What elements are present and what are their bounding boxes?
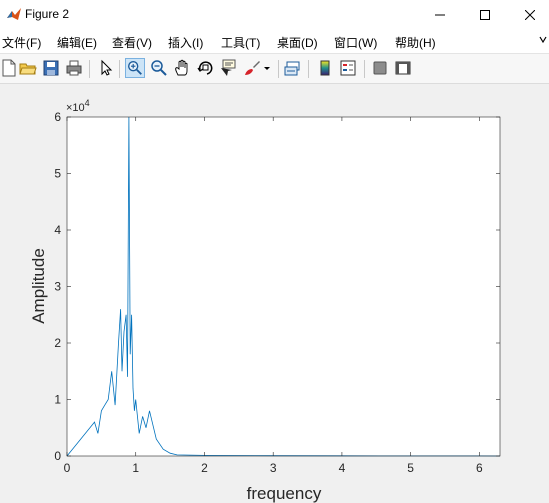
window-title: Figure 2 (25, 7, 70, 21)
zoom-out-icon[interactable] (150, 59, 168, 77)
close-icon (525, 9, 535, 20)
y-axis-label: Amplitude (29, 248, 48, 324)
x-tick-label: 5 (407, 461, 414, 475)
y-tick-label: 0 (54, 449, 61, 463)
axes-background[interactable] (67, 117, 500, 456)
x-tick-label: 4 (339, 461, 346, 475)
edit-plot-arrow-icon[interactable] (97, 59, 115, 77)
print-icon[interactable] (65, 59, 83, 77)
y-tick-label: 6 (54, 110, 61, 124)
title-bar: Figure 2 (0, 0, 549, 29)
hide-plot-tools-icon[interactable] (371, 59, 389, 77)
open-file-icon[interactable] (19, 59, 37, 77)
menu-bar: 文件(F) 编辑(E) 查看(V) 插入(I) 工具(T) 桌面(D) 窗口(W… (0, 29, 549, 54)
brush-icon[interactable] (243, 59, 261, 77)
toolbar-separator (89, 60, 90, 78)
zoom-in-icon[interactable] (125, 58, 145, 78)
legend-icon[interactable] (339, 59, 357, 77)
y-axis-exponent: ×104 (66, 98, 90, 114)
pan-hand-icon[interactable] (173, 59, 191, 77)
menu-overflow-icon[interactable] (538, 33, 548, 45)
y-tick-label: 2 (54, 336, 61, 350)
x-tick-label: 0 (64, 461, 71, 475)
minimize-icon (435, 14, 445, 15)
x-tick-label: 1 (132, 461, 139, 475)
y-tick-label: 4 (54, 223, 61, 237)
close-button[interactable] (507, 0, 549, 29)
menu-tools[interactable]: 工具(T) (221, 34, 260, 51)
menu-help[interactable]: 帮助(H) (395, 34, 436, 51)
plot-svg: 0 1 2 3 4 5 6 0 1 2 3 4 5 6 ×104 frequency Amplitude (29, 98, 501, 503)
maximize-button[interactable] (462, 0, 508, 29)
colorbar-icon[interactable] (316, 59, 334, 77)
matlab-app-icon (6, 6, 22, 22)
menu-view[interactable]: 查看(V) (112, 34, 152, 51)
save-icon[interactable] (42, 59, 60, 77)
menu-edit[interactable]: 编辑(E) (57, 34, 97, 51)
brush-dropdown-icon[interactable] (263, 59, 271, 77)
toolbar-separator (308, 60, 309, 78)
y-tick-label: 3 (54, 280, 61, 294)
x-axis-label: frequency (247, 484, 322, 503)
toolbar-separator (119, 60, 120, 78)
y-tick-label: 1 (54, 393, 61, 407)
new-figure-icon[interactable] (0, 59, 18, 77)
y-tick-label: 5 (54, 167, 61, 181)
x-tick-label: 3 (270, 461, 277, 475)
show-plot-tools-icon[interactable] (394, 59, 412, 77)
menu-file[interactable]: 文件(F) (2, 34, 41, 51)
toolbar-separator (364, 60, 365, 78)
figure-canvas: 0 1 2 3 4 5 6 0 1 2 3 4 5 6 ×104 frequency Amplitude (0, 84, 549, 503)
x-tick-label: 6 (476, 461, 483, 475)
toolbar-separator (278, 60, 279, 78)
link-plot-icon[interactable] (284, 59, 302, 77)
minimize-button[interactable] (417, 0, 463, 29)
rotate-3d-icon[interactable] (196, 59, 214, 77)
menu-window[interactable]: 窗口(W) (334, 34, 377, 51)
toolbar (0, 54, 549, 84)
data-cursor-icon[interactable] (219, 59, 237, 77)
x-tick-label: 2 (201, 461, 208, 475)
maximize-icon (480, 9, 490, 20)
menu-desktop[interactable]: 桌面(D) (277, 34, 318, 51)
menu-insert[interactable]: 插入(I) (168, 34, 203, 51)
